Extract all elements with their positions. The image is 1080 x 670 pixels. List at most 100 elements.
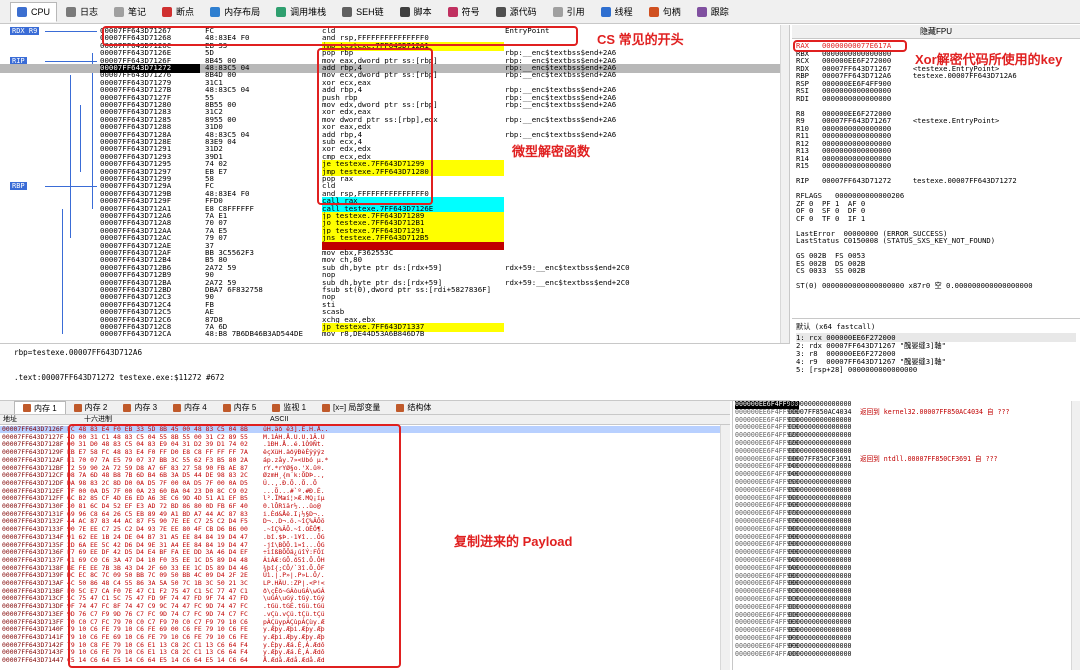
memory-tab-label: 结构体 — [407, 403, 432, 412]
dump-address: 00007FF643D713DF — [2, 602, 64, 611]
tab-label: 断点 — [176, 7, 195, 17]
tab-icon — [696, 6, 707, 17]
disasm-address: 00007FF643D712CA — [100, 329, 172, 339]
info-bar: rbp=testexe.00007FF643D712A6 .text:00007… — [0, 343, 790, 401]
memory-tab-0[interactable]: 内存 1 — [14, 401, 66, 414]
disasm-scrollbar[interactable] — [780, 25, 789, 343]
memory-tab-1[interactable]: 内存 2 — [66, 401, 116, 414]
dump-address: 00007FF643D712CF — [2, 471, 64, 480]
tab-icon — [648, 6, 659, 17]
memory-tab-label: 内存 5 — [233, 403, 257, 412]
dump-address: 00007FF643D71447 — [2, 656, 64, 664]
tab-4[interactable]: 内存布局 — [203, 2, 267, 22]
memory-tab-icon — [396, 403, 405, 412]
tab-label: 跟踪 — [710, 7, 729, 17]
info-line-2: .text:00007FF643D71272 testexe.exe:$1127… — [14, 373, 225, 382]
memory-tab-icon — [322, 403, 331, 412]
tab-12[interactable]: 句柄 — [642, 2, 688, 22]
stack-comment: 返回到 ntdll.00007FF850CF3691 自 ??? — [860, 454, 998, 463]
registers-pane[interactable]: 隐藏FPU RAX 00000000077E617A RBX 0000000000… — [792, 25, 1080, 343]
tab-label: 源代码 — [509, 7, 537, 17]
disasm-bytes: 48:B8 7B6DB46B3AD544DE — [205, 329, 303, 339]
tab-10[interactable]: 引用 — [546, 2, 592, 22]
memory-tab-label: 监视 1 — [283, 403, 307, 412]
tab-11[interactable]: 线程 — [594, 2, 640, 22]
tab-icon — [17, 6, 27, 17]
memory-tab-2[interactable]: 内存 3 — [115, 401, 165, 414]
dump-address: 00007FF643D7130F — [2, 502, 64, 510]
tab-icon — [276, 6, 287, 17]
tab-label: 线程 — [614, 7, 633, 17]
tab-1[interactable]: 日志 — [59, 2, 105, 22]
memory-tab-icon — [23, 404, 31, 412]
tab-5[interactable]: 调用堆栈 — [269, 2, 333, 22]
register-row[interactable]: R15 0000000000000000 — [796, 162, 891, 170]
dump-address: 00007FF643D7134F — [2, 532, 64, 541]
dump-scrollbar[interactable] — [720, 425, 730, 670]
dump-address: 00007FF643D712DF — [2, 478, 64, 487]
register-row[interactable]: RDI 0000000000000000 — [796, 94, 891, 103]
tab-icon — [552, 6, 563, 17]
tab-label: SEH链 — [356, 7, 384, 17]
memory-tab-7[interactable]: 结构体 — [388, 401, 439, 414]
tab-label: 符号 — [461, 7, 480, 17]
annotation-decrypt-func: 微型解密函数 — [512, 144, 591, 159]
callconv-arg: 5: [rsp+28] 0000000000000000 — [796, 365, 918, 374]
memory-tab-icon — [123, 403, 132, 412]
tab-0[interactable]: CPU — [10, 1, 58, 22]
callconv-title[interactable]: 默认 (x64 fastcall) — [796, 322, 875, 331]
decrypt-func-box — [317, 48, 433, 205]
memory-tab-5[interactable]: 监视 1 — [264, 401, 314, 414]
memory-tab-6[interactable]: [x=] 局部变量 — [314, 401, 388, 414]
stack-row[interactable]: 000000EE6F4FFA00 0000000000000000 — [733, 649, 1080, 659]
tab-label: 脚本 — [413, 7, 432, 17]
register-row[interactable]: RIP 00007FF643D71272 testexe.00007FF643D… — [796, 177, 1017, 185]
dump-address: 00007FF643D7137F — [2, 555, 64, 564]
tab-label: 日志 — [80, 7, 99, 17]
dump-address: 00007FF643D7129F — [2, 448, 64, 457]
info-line-1: rbp=testexe.00007FF643D712A6 — [14, 348, 143, 357]
memory-tab-icon — [73, 403, 82, 412]
dump-address: 00007FF643D713AF — [2, 579, 64, 587]
stack-comment: 返回到 kernel32.00007FF850AC4034 自 ??? — [860, 407, 1010, 416]
tab-icon — [399, 6, 410, 17]
stack-scrollbar[interactable] — [1071, 401, 1080, 670]
memory-tab-bar: 内存 1 内存 2 内存 3 内存 4 内存 5 监视 1 [x=] 局部变量 结构体 — [0, 401, 730, 415]
stack-value: 0000000000000000 — [788, 649, 852, 658]
stack-pane[interactable]: 000000EE6F4FF900 0000000000000000 000000EE… — [732, 401, 1080, 670]
tab-label: 句柄 — [662, 7, 681, 17]
rax-key-box — [793, 40, 907, 52]
hide-fpu-button[interactable]: 隐藏FPU — [792, 25, 1080, 39]
memory-tab-label: 内存 4 — [184, 403, 207, 412]
tab-icon — [342, 6, 353, 17]
disasm-instruction: mov r8,DE44D53A6B846D7B — [322, 330, 425, 339]
tab-label: 引用 — [566, 7, 585, 17]
memory-tab-label: 内存 1 — [34, 403, 57, 413]
tab-icon — [162, 6, 173, 17]
tab-6[interactable]: SEH链 — [335, 2, 391, 22]
top-tab-bar: CPU 日志 笔记 断点 内存布局 调用堆栈 SEH链 脚本 符号 源代码 引用 线程 句柄 跟踪 — [0, 0, 1080, 24]
cs-start-box — [102, 26, 578, 46]
register-row[interactable]: CF 0 TF 0 IF 1 — [796, 214, 865, 223]
tab-icon — [66, 6, 77, 17]
annotation-xor-key: Xor解密代码所使用的key — [915, 52, 1063, 67]
memory-tab-4[interactable]: 内存 5 — [215, 401, 265, 414]
tab-label: 笔记 — [128, 7, 147, 17]
tab-icon — [447, 6, 458, 17]
register-row[interactable]: ST(0) 0000000000000000000 x87r0 空 0.0000… — [796, 282, 1033, 290]
tab-8[interactable]: 符号 — [441, 2, 487, 22]
dump-address: 00007FF643D713EF — [2, 609, 64, 618]
register-row[interactable]: LastStatus C0150008 (STATUS_SXS_KEY_NOT_… — [796, 237, 995, 245]
memory-tab-label: [x=] 局部变量 — [333, 403, 381, 412]
dump-address: 00007FF643D7133F — [2, 525, 64, 534]
tab-13[interactable]: 跟踪 — [690, 2, 736, 22]
call-convention-pane[interactable]: 默认 (x64 fastcall) 1: rcx 000000EE6F27200… — [792, 318, 1080, 398]
tab-3[interactable]: 断点 — [155, 2, 201, 22]
tab-9[interactable]: 源代码 — [489, 2, 544, 22]
tab-2[interactable]: 笔记 — [107, 2, 153, 22]
register-row[interactable]: CS 0033 SS 002B — [796, 267, 865, 275]
dump-address: 00007FF643D7126F — [2, 425, 64, 433]
disasm-row[interactable]: 00007FF643D712CA 48:B8 7B6DB46B3AD544DE mo… — [0, 329, 789, 339]
tab-7[interactable]: 脚本 — [393, 2, 439, 22]
memory-tab-3[interactable]: 内存 4 — [165, 401, 215, 414]
